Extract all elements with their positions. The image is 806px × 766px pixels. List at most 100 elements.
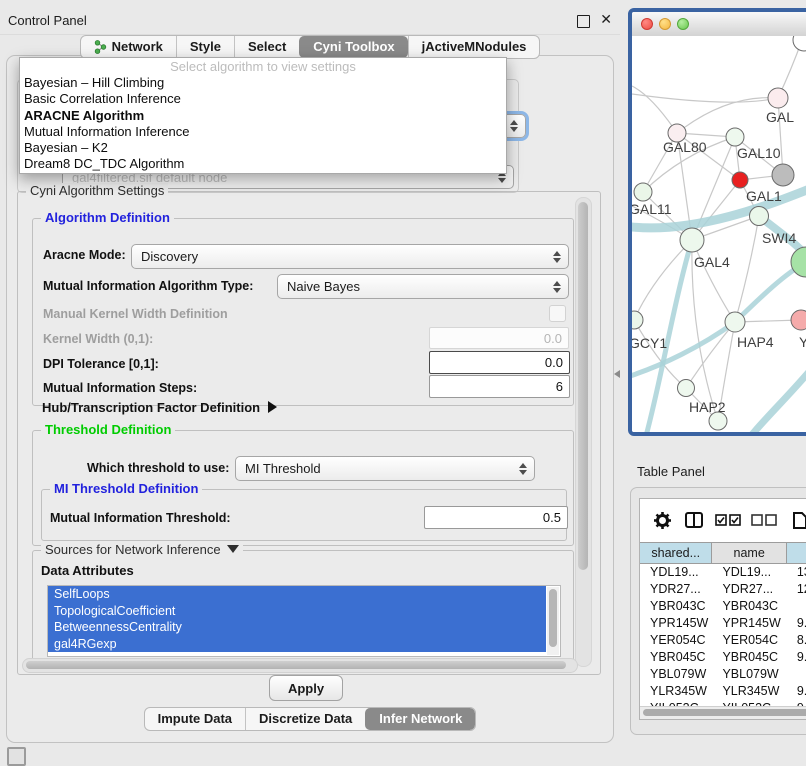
table-panel: shared...name YDL19...YDL19...13YDR27...…	[630, 487, 806, 735]
network-node-hap2[interactable]	[678, 380, 695, 397]
network-node-gal11[interactable]	[634, 183, 652, 201]
node-label: GAL10	[737, 145, 781, 161]
hub-definition-toggle[interactable]: Hub/Transcription Factor Definition	[42, 400, 277, 415]
network-node-hap4[interactable]	[725, 312, 745, 332]
cyni-algorithm-settings-group: Cyni Algorithm Settings Algorithm Defini…	[17, 191, 601, 675]
float-window-icon[interactable]	[577, 15, 590, 28]
node-label: GAL11	[632, 201, 672, 217]
attributes-scrollbar[interactable]	[547, 587, 559, 655]
deselect-all-checkboxes-icon[interactable]	[751, 514, 777, 526]
algorithm-dropdown-list: Select algorithm to view settings Bayesi…	[19, 57, 507, 174]
split-divider-arrow[interactable]	[614, 370, 620, 378]
algorithm-option[interactable]: Dream8 DC_TDC Algorithm	[20, 156, 506, 172]
network-node-gal10[interactable]	[726, 128, 744, 146]
close-traffic-light-icon[interactable]	[641, 18, 653, 30]
dock-panel-icon[interactable]	[7, 747, 26, 766]
column-header[interactable]: name	[712, 542, 786, 564]
attribute-item[interactable]: SelfLoops	[48, 586, 546, 603]
table-row[interactable]: YPR145WYPR145W9.	[640, 615, 806, 632]
table-cell	[787, 598, 806, 615]
which-threshold-combo[interactable]: MI Threshold	[235, 456, 535, 481]
network-node-y[interactable]	[791, 310, 806, 330]
data-attributes-list[interactable]: SelfLoopsTopologicalCoefficientBetweenne…	[47, 585, 561, 657]
tab-impute-data[interactable]: Impute Data	[145, 708, 245, 730]
table-row[interactable]: YDR27...YDR27...12	[640, 581, 806, 598]
data-attributes-label: Data Attributes	[41, 563, 134, 578]
expand-right-icon	[268, 401, 277, 413]
scrollbar-thumb[interactable]	[643, 709, 806, 716]
table-cell: 9.	[787, 649, 806, 666]
sources-legend[interactable]: Sources for Network Inference	[41, 542, 243, 557]
control-panel: Control Panel ✕ NetworkStyleSelectCyni T…	[0, 8, 620, 736]
table-cell: YER054C	[712, 632, 786, 649]
close-icon[interactable]: ✕	[600, 11, 612, 28]
scrollbar-thumb[interactable]	[549, 589, 557, 647]
algorithm-option[interactable]: ARACNE Algorithm	[20, 108, 506, 124]
network-edge	[677, 98, 778, 133]
network-node-gal[interactable]	[768, 88, 788, 108]
table-row[interactable]: YLR345WYLR345W9.	[640, 683, 806, 700]
network-node-swi4[interactable]	[750, 207, 769, 226]
apply-button[interactable]: Apply	[269, 675, 343, 701]
select-all-checkboxes-icon[interactable]	[715, 514, 741, 526]
tab-select[interactable]: Select	[234, 36, 299, 58]
network-edge	[686, 322, 735, 388]
table-row[interactable]: YBL079WYBL079W	[640, 666, 806, 683]
network-node-gal1[interactable]	[732, 172, 748, 188]
table-row[interactable]: YER054CYER054C8.	[640, 632, 806, 649]
mi-steps-field[interactable]: 6	[429, 375, 570, 398]
tab-infer-network[interactable]: Infer Network	[365, 708, 475, 730]
tab-discretize-data[interactable]: Discretize Data	[245, 708, 365, 730]
algorithm-option[interactable]: Mutual Information Inference	[20, 124, 506, 140]
algorithm-option[interactable]: Bayesian – Hill Climbing	[20, 75, 506, 91]
algorithm-option[interactable]: Bayesian – K2	[20, 140, 506, 156]
column-header[interactable]	[787, 542, 806, 564]
manual-kernel-label: Manual Kernel Width Definition	[43, 307, 228, 321]
network-node-gcy1[interactable]	[632, 311, 643, 329]
table-cell: 8.	[787, 632, 806, 649]
data-attributes-items: SelfLoopsTopologicalCoefficientBetweenne…	[48, 586, 560, 652]
network-canvas[interactable]: GALGAL80GAL10GAL1GAL11SWI4GAL4GCY1HAP4YH…	[632, 36, 806, 432]
settings-vertical-scrollbar[interactable]	[575, 197, 592, 667]
dpi-tolerance-field[interactable]: 0.0	[429, 351, 570, 374]
table-row[interactable]: YDL19...YDL19...13	[640, 564, 806, 581]
column-header[interactable]: shared...	[640, 542, 712, 564]
attribute-item[interactable]: BetweennessCentrality	[48, 619, 546, 636]
tab-label: Cyni Toolbox	[313, 36, 394, 58]
manual-kernel-checkbox[interactable]	[549, 305, 566, 322]
network-node[interactable]	[793, 36, 806, 51]
algorithm-option[interactable]: Basic Correlation Inference	[20, 91, 506, 107]
network-node[interactable]	[772, 164, 794, 186]
table-horizontal-scrollbar[interactable]	[640, 706, 806, 719]
gear-icon[interactable]	[654, 512, 671, 529]
tab-style[interactable]: Style	[176, 36, 234, 58]
document-icon[interactable]	[793, 512, 806, 529]
scrollbar-thumb[interactable]	[26, 661, 566, 669]
algorithm-dropdown-prompt: Select algorithm to view settings	[20, 58, 506, 75]
tab-group-bottom: Impute DataDiscretize DataInfer Network	[144, 707, 477, 731]
stepper-icon	[519, 463, 527, 475]
zoom-traffic-light-icon[interactable]	[677, 18, 689, 30]
tab-jactivemnodules[interactable]: jActiveMNodules	[408, 36, 540, 58]
mi-threshold-field[interactable]: 0.5	[424, 506, 568, 529]
table-row[interactable]: YBR043CYBR043C	[640, 598, 806, 615]
scrollbar-thumb[interactable]	[578, 202, 588, 570]
network-node-gal4[interactable]	[680, 228, 704, 252]
node-label: GAL1	[746, 188, 782, 204]
table-row[interactable]: YBR045CYBR045C9.	[640, 649, 806, 666]
which-threshold-label: Which threshold to use:	[87, 461, 229, 475]
minimize-traffic-light-icon[interactable]	[659, 18, 671, 30]
mi-algorithm-type-combo[interactable]: Naive Bayes	[277, 274, 569, 299]
tab-cyni-toolbox[interactable]: Cyni Toolbox	[299, 36, 407, 58]
table-cell: 9.	[787, 683, 806, 700]
aracne-mode-combo[interactable]: Discovery	[131, 244, 569, 269]
attribute-item[interactable]: TopologicalCoefficient	[48, 603, 546, 620]
attribute-item[interactable]: gal4RGexp	[48, 636, 546, 653]
control-panel-tab-bar: NetworkStyleSelect Cyni Toolbox jActiveMNo…	[0, 35, 620, 59]
settings-horizontal-scrollbar[interactable]	[22, 658, 578, 673]
kernel-width-field[interactable]: 0.0	[429, 327, 569, 349]
tab-network[interactable]: Network	[81, 36, 176, 58]
network-window-titlebar[interactable]	[632, 12, 806, 37]
split-columns-icon[interactable]	[685, 512, 703, 528]
table-cell: YDL19...	[712, 564, 786, 581]
